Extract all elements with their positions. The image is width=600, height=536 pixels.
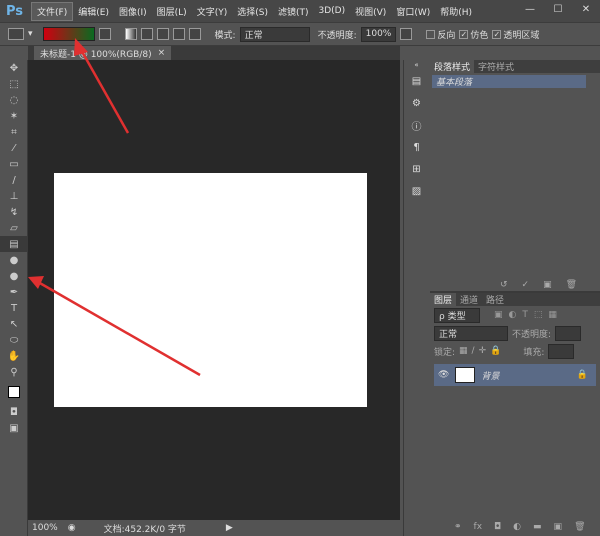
paragraph-icon[interactable]: ¶ <box>404 136 429 158</box>
lock-icons[interactable]: ▦/✛🔒 <box>459 346 505 356</box>
brush-preset-icon[interactable]: ⊞ <box>404 158 429 180</box>
layer-row[interactable]: 👁 背景 🔒 <box>434 364 596 386</box>
paragraph-styles-panel: 段落样式 字符样式 基本段落 ↺ ✓ ▣ 🗑 <box>430 60 600 293</box>
document-info: 文档:452.2K/0 字节 <box>103 524 186 535</box>
filter-icons[interactable]: ▣◐T⬚▦ <box>494 310 563 320</box>
commit-icon[interactable]: ✓ <box>522 280 530 290</box>
delete-layer-icon[interactable]: 🗑 <box>574 522 585 532</box>
mask-icon[interactable]: ◘ <box>494 522 501 532</box>
layers-panel-footer: ⚭ fx ◘ ◐ ▬ ▣ 🗑 <box>454 522 586 532</box>
arrow-to-gradient-picker <box>74 38 130 134</box>
tab-character-styles[interactable]: 字符样式 <box>474 60 518 73</box>
layer-filter-select[interactable]: ρ 类型 <box>434 307 480 323</box>
layer-name: 背景 <box>481 371 500 382</box>
right-panels: 段落样式 字符样式 基本段落 ↺ ✓ ▣ 🗑 图层 通道 路径 ρ 类型 ▣◐T… <box>430 60 600 536</box>
group-icon[interactable]: ▬ <box>533 522 542 532</box>
eye-icon[interactable]: 👁 <box>438 370 449 380</box>
paragraph-style-item[interactable]: 基本段落 <box>432 75 586 88</box>
layers-panel: 图层 通道 路径 ρ 类型 ▣◐T⬚▦ 正常 不透明度: 锁定: ▦/✛🔒 填充… <box>430 293 600 532</box>
tab-paths[interactable]: 路径 <box>482 293 508 306</box>
delete-icon[interactable]: 🗑 <box>566 280 577 290</box>
status-icon[interactable]: ◉ <box>68 523 76 533</box>
status-bar: 100% ◉ 文档:452.2K/0 字节 ▶ <box>28 520 400 536</box>
tab-channels[interactable]: 通道 <box>456 293 482 306</box>
layer-thumbnail <box>455 367 476 383</box>
blend-mode-select[interactable]: 正常 <box>434 325 508 341</box>
link-icon[interactable]: ⚭ <box>454 522 462 532</box>
lock-icon: 🔒 <box>576 370 588 380</box>
tab-paragraph-styles[interactable]: 段落样式 <box>430 60 475 73</box>
paragraph-panel-footer: ↺ ✓ ▣ 🗑 <box>500 280 577 290</box>
fill-input[interactable] <box>548 343 575 359</box>
panel-dock: « ▤ ⚙ ⓘ ¶ ⊞ ▨ <box>403 60 428 536</box>
new-style-icon[interactable]: ▣ <box>543 280 552 290</box>
new-layer-icon[interactable]: ▣ <box>554 522 563 532</box>
lock-label: 锁定: <box>434 347 456 358</box>
clear-override-icon[interactable]: ↺ <box>500 280 508 290</box>
history-icon[interactable]: ▤ <box>404 70 429 92</box>
layer-opacity-label: 不透明度: <box>512 329 552 340</box>
tab-layers[interactable]: 图层 <box>430 293 457 306</box>
arrow-to-gradient-tool <box>28 276 201 377</box>
zoom-level[interactable]: 100% <box>32 523 58 533</box>
clone-source-icon[interactable]: ▨ <box>404 180 429 202</box>
adjustments-icon[interactable]: ⚙ <box>404 92 429 114</box>
collapse-icon[interactable]: « <box>404 60 429 70</box>
adjustment-layer-icon[interactable]: ◐ <box>513 522 521 532</box>
layer-opacity-input[interactable] <box>555 325 582 341</box>
info-icon[interactable]: ⓘ <box>404 114 429 136</box>
status-menu-arrow-icon[interactable]: ▶ <box>226 523 233 533</box>
fx-icon[interactable]: fx <box>474 522 483 532</box>
fill-label: 填充: <box>523 347 545 358</box>
